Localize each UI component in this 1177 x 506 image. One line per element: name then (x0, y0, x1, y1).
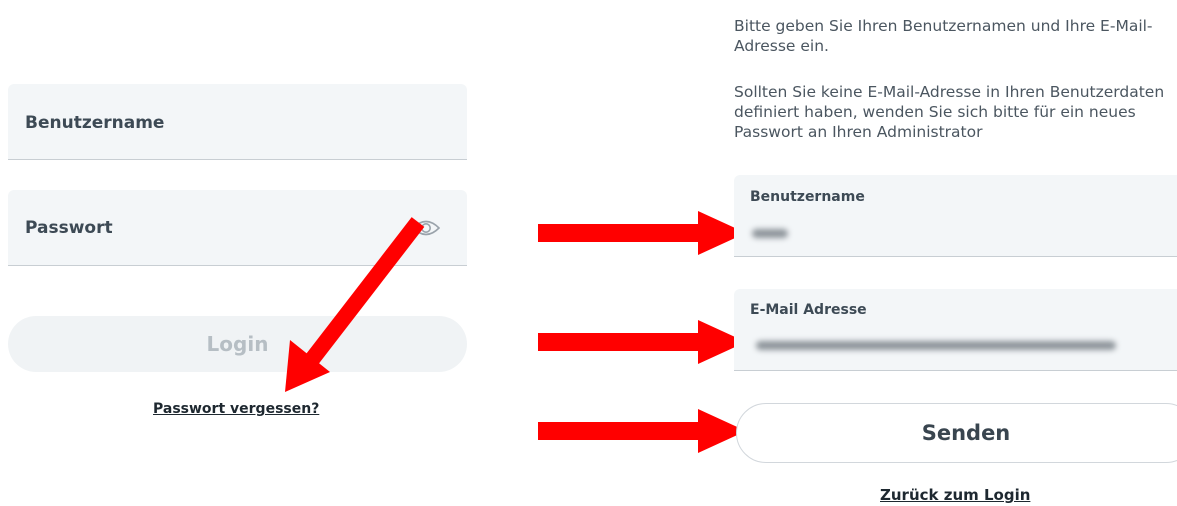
forgot-password-link[interactable]: Passwort vergessen? (153, 401, 319, 417)
username-label: Benutzername (25, 113, 165, 133)
send-button[interactable]: Senden (736, 403, 1177, 463)
reset-username-label: Benutzername (750, 189, 865, 205)
email-field[interactable]: E-Mail Adresse (734, 289, 1177, 371)
redacted-username (752, 229, 788, 238)
redacted-email (756, 341, 1116, 350)
password-label: Passwort (25, 218, 113, 238)
reset-email-note: Sollten Sie keine E-Mail-Adresse in Ihre… (734, 83, 1165, 141)
back-to-login-link[interactable]: Zurück zum Login (880, 486, 1030, 504)
email-label: E-Mail Adresse (750, 302, 867, 318)
username-field[interactable]: Benutzername (8, 84, 467, 160)
red-arrow-diagonal (285, 217, 425, 392)
reset-username-field[interactable]: Benutzername (734, 175, 1177, 257)
reset-panel: Bitte geben Sie Ihren Benutzernamen und … (700, 0, 1177, 506)
reset-instructions: Bitte geben Sie Ihren Benutzernamen und … (734, 17, 1153, 55)
